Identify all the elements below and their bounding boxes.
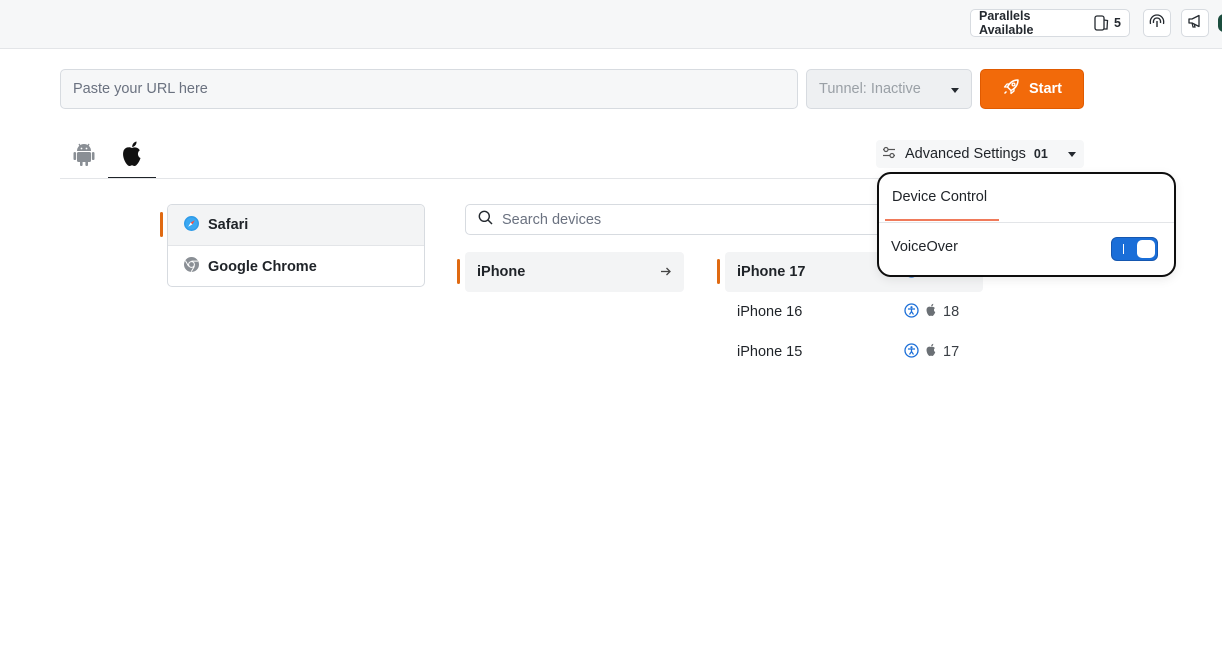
android-icon [72,141,96,172]
megaphone-icon [1187,13,1203,34]
advanced-settings-popover: Device Control VoiceOver [877,172,1176,277]
url-input[interactable] [60,69,798,109]
device-meta: 17 [904,332,959,372]
tunnel-label: Tunnel: Inactive [819,81,921,97]
browser-item-safari[interactable]: Safari [168,205,424,246]
search-input[interactable] [502,211,862,228]
chrome-icon [183,256,200,277]
device-row-iphone-16[interactable]: iPhone 16 18 [725,292,983,332]
browser-label: Safari [208,217,249,233]
tab-ios[interactable] [108,134,156,179]
selected-browser-marker [160,212,163,237]
rocket-icon [1002,78,1020,100]
popover-divider [879,222,1174,223]
advanced-settings-button[interactable]: Advanced Settings 01 [876,140,1084,168]
advanced-settings-label: Advanced Settings [905,146,1026,162]
avatar[interactable] [1218,14,1222,32]
apple-icon [925,343,937,361]
category-item-iphone[interactable]: iPhone [465,252,684,292]
voiceover-label: VoiceOver [891,239,958,255]
device-meta: 18 [904,292,959,332]
os-version: 17 [943,344,960,360]
chevron-down-icon [1068,152,1076,157]
device-row-iphone-15[interactable]: iPhone 15 17 [725,332,983,372]
chevron-down-icon [951,88,959,93]
devices-icon [1094,15,1109,31]
toggle-knob [1137,240,1155,258]
safari-icon [183,215,200,236]
category-label: iPhone [477,264,526,280]
tab-android[interactable] [60,134,108,178]
os-version: 18 [943,304,960,320]
selected-device-marker [717,259,720,284]
parallels-count: 5 [1114,16,1121,30]
top-bar: Parallels Available 5 [0,0,1222,49]
device-name: iPhone 16 [737,304,803,320]
sliders-icon [882,146,896,163]
parallels-available-badge[interactable]: Parallels Available 5 [970,9,1130,37]
voiceover-toggle[interactable] [1111,237,1158,261]
search-icon [478,210,493,230]
toggle-on-mark [1123,244,1124,254]
broadcast-icon [1148,13,1166,34]
browser-item-chrome[interactable]: Google Chrome [168,246,424,286]
apple-icon [925,303,937,321]
tab-device-control[interactable]: Device Control [885,174,999,221]
device-search[interactable] [465,204,885,235]
browser-label: Google Chrome [208,258,317,275]
announcements-button[interactable] [1181,9,1209,37]
tab-label: Device Control [892,188,988,205]
parallels-label: Parallels Available [979,9,1034,37]
accessibility-icon [904,302,919,322]
signal-button[interactable] [1143,9,1171,37]
accessibility-icon [904,342,919,362]
browser-list: Safari Google Chrome [167,204,425,287]
start-button[interactable]: Start [980,69,1084,109]
arrow-right-icon [659,265,672,282]
device-name: iPhone 17 [737,264,806,280]
tunnel-select[interactable]: Tunnel: Inactive [806,69,972,109]
start-label: Start [1028,81,1063,97]
apple-icon [120,140,144,173]
advanced-settings-count: 01 [1033,147,1048,161]
device-name: iPhone 15 [737,344,803,360]
selected-category-marker [457,259,460,284]
